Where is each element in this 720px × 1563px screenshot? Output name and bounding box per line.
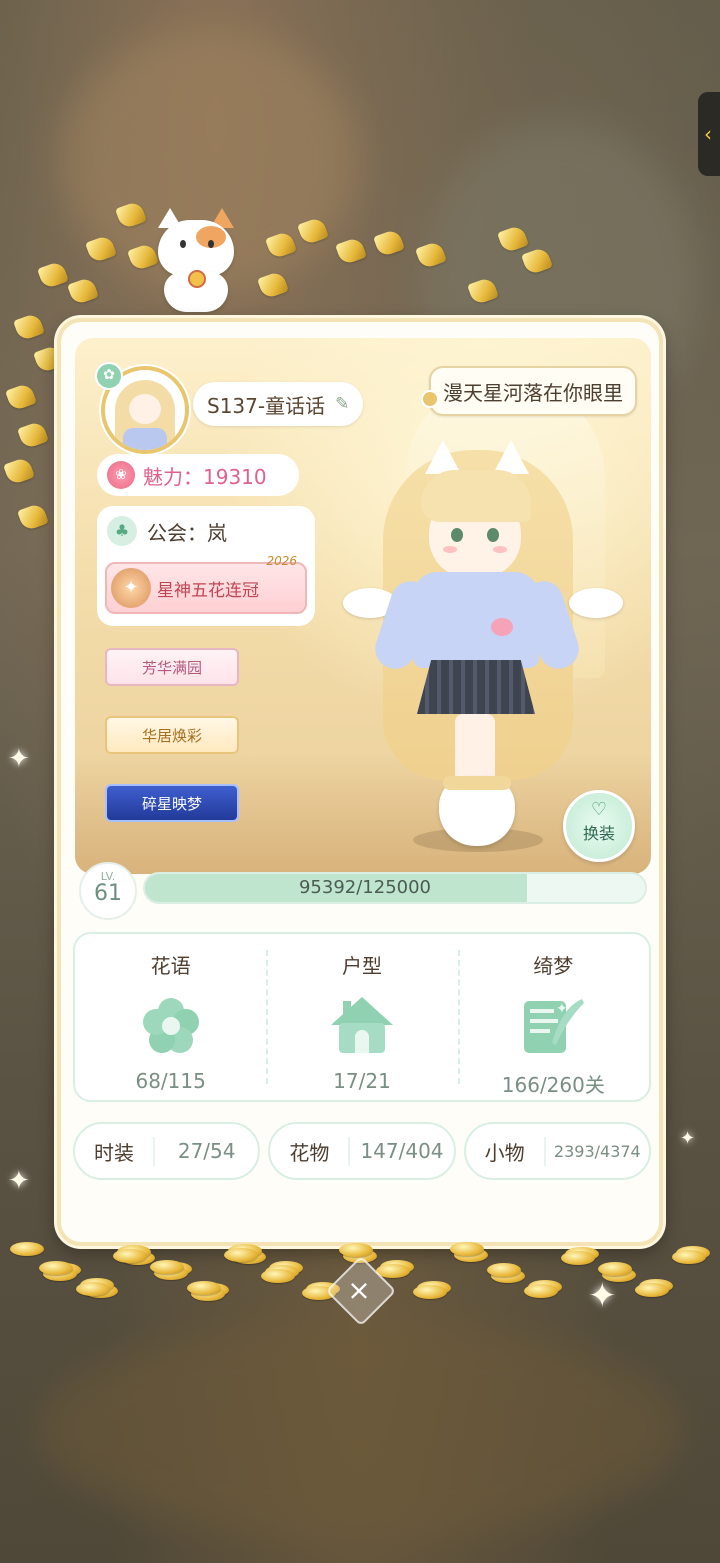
coin	[76, 1282, 110, 1296]
guild-icon: ♣	[107, 516, 137, 546]
title-badge-label: 华居焕彩	[141, 726, 202, 745]
stat-value: 166/260关	[501, 1073, 605, 1097]
background-blur	[40, 1320, 680, 1540]
collection-value: 2393/4374	[553, 1141, 641, 1161]
change-outfit-button[interactable]: ♡ 换装	[563, 790, 635, 862]
guild-name: 公会：岚	[147, 520, 227, 545]
title-badge-2[interactable]: 华居焕彩	[105, 716, 239, 754]
coin	[561, 1251, 595, 1265]
collection-value: 27/54	[177, 1139, 236, 1163]
signature-bubble[interactable]: 漫天星河落在你眼里	[421, 366, 637, 416]
profile-card: ✿ S137-童话话 ✎ 漫天星河落在你眼里 ❀ 魅力：19310 ♣ 公会：岚…	[57, 318, 663, 1246]
coin	[224, 1248, 258, 1262]
coin	[635, 1283, 669, 1297]
coin	[150, 1260, 184, 1274]
title-badge-3[interactable]: 碎星映梦	[105, 784, 239, 822]
exp-progress-bar: 95392/125000	[143, 872, 647, 904]
coin	[598, 1262, 632, 1276]
stat-house-type[interactable]: 户型 17/21	[266, 934, 457, 1100]
guild-honor-badge[interactable]: ✦ 星神五花连冠 2026	[105, 554, 307, 614]
charm-value: 魅力：19310	[143, 464, 267, 489]
coin	[113, 1249, 147, 1263]
collection-label: 小物	[466, 1136, 546, 1166]
coin	[450, 1242, 484, 1256]
coin	[524, 1284, 558, 1298]
chevron-left-icon: ‹	[704, 122, 712, 146]
sparkle-icon: ✦	[680, 1128, 696, 1149]
settings-gear-icon[interactable]: ✿	[95, 362, 123, 390]
coin	[413, 1285, 447, 1299]
collection-flowers[interactable]: 花物 147/404	[268, 1122, 456, 1180]
svg-text:✦: ✦	[556, 1001, 568, 1017]
title-badge-1[interactable]: 芳华满园	[105, 648, 239, 686]
character-stage: ✿ S137-童话话 ✎ 漫天星河落在你眼里 ❀ 魅力：19310 ♣ 公会：岚…	[75, 338, 651, 874]
flower-icon	[142, 998, 199, 1053]
change-outfit-label: 换装	[582, 824, 615, 843]
collection-small-items[interactable]: 小物 2393/4374	[463, 1122, 651, 1180]
collection-label: 花物	[270, 1136, 351, 1166]
sparkle-icon: ✦	[8, 744, 30, 774]
close-icon: ×	[347, 1273, 371, 1307]
side-tab[interactable]: ‹	[698, 92, 720, 176]
charm-pill: ❀ 魅力：19310	[97, 454, 299, 496]
coin	[10, 1242, 44, 1256]
title-badge-label: 碎星映梦	[141, 794, 202, 813]
level-value: 61	[94, 881, 122, 906]
stats-panel: 花语 68/115 户型 17/21 绮梦 ✦ 166/260关	[73, 932, 651, 1102]
honor-emblem-icon: ✦	[111, 568, 151, 608]
coin	[672, 1250, 706, 1264]
level-badge: LV. 61	[79, 862, 137, 920]
collection-row: 时装 27/54 花物 147/404 小物 2393/4374	[73, 1122, 651, 1182]
shirt-icon: ♡	[590, 799, 608, 820]
sparkle-icon: ✦	[588, 1276, 617, 1316]
stat-title: 绮梦	[533, 954, 574, 978]
collection-value: 147/404	[360, 1139, 444, 1163]
rose-icon: ❀	[107, 461, 135, 489]
collection-label: 时装	[75, 1136, 155, 1166]
exp-progress-text: 95392/125000	[298, 877, 432, 898]
guild-badge-year: 2026	[266, 554, 297, 568]
coin	[487, 1263, 521, 1277]
stat-flower-language[interactable]: 花语 68/115	[75, 934, 266, 1100]
lucky-cat-decoration	[150, 208, 242, 314]
stat-dream[interactable]: 绮梦 ✦ 166/260关	[457, 934, 649, 1100]
stat-value: 68/115	[135, 1069, 206, 1093]
coin	[187, 1281, 221, 1295]
player-name-pill[interactable]: S137-童话话 ✎	[193, 382, 364, 426]
collection-fashion[interactable]: 时装 27/54	[73, 1122, 261, 1180]
stat-value: 17/21	[333, 1069, 391, 1093]
stat-title: 户型	[341, 954, 382, 978]
title-badge-label: 芳华满园	[141, 658, 202, 677]
house-icon	[330, 997, 393, 1053]
bubble-tail-icon	[421, 390, 439, 408]
sparkle-icon: ✦	[8, 1166, 30, 1196]
player-name: S137-童话话	[207, 393, 326, 418]
edit-icon[interactable]: ✎	[335, 394, 349, 414]
coin	[39, 1261, 73, 1275]
signature-text: 漫天星河落在你眼里	[443, 380, 623, 405]
coin	[261, 1269, 295, 1283]
guild-card[interactable]: ♣ 公会：岚 ✦ 星神五花连冠 2026	[97, 506, 315, 626]
guild-badge-label: 星神五花连冠	[157, 580, 259, 601]
stat-title: 花语	[150, 954, 191, 978]
quill-book-icon: ✦	[524, 999, 585, 1053]
coin	[339, 1243, 373, 1257]
